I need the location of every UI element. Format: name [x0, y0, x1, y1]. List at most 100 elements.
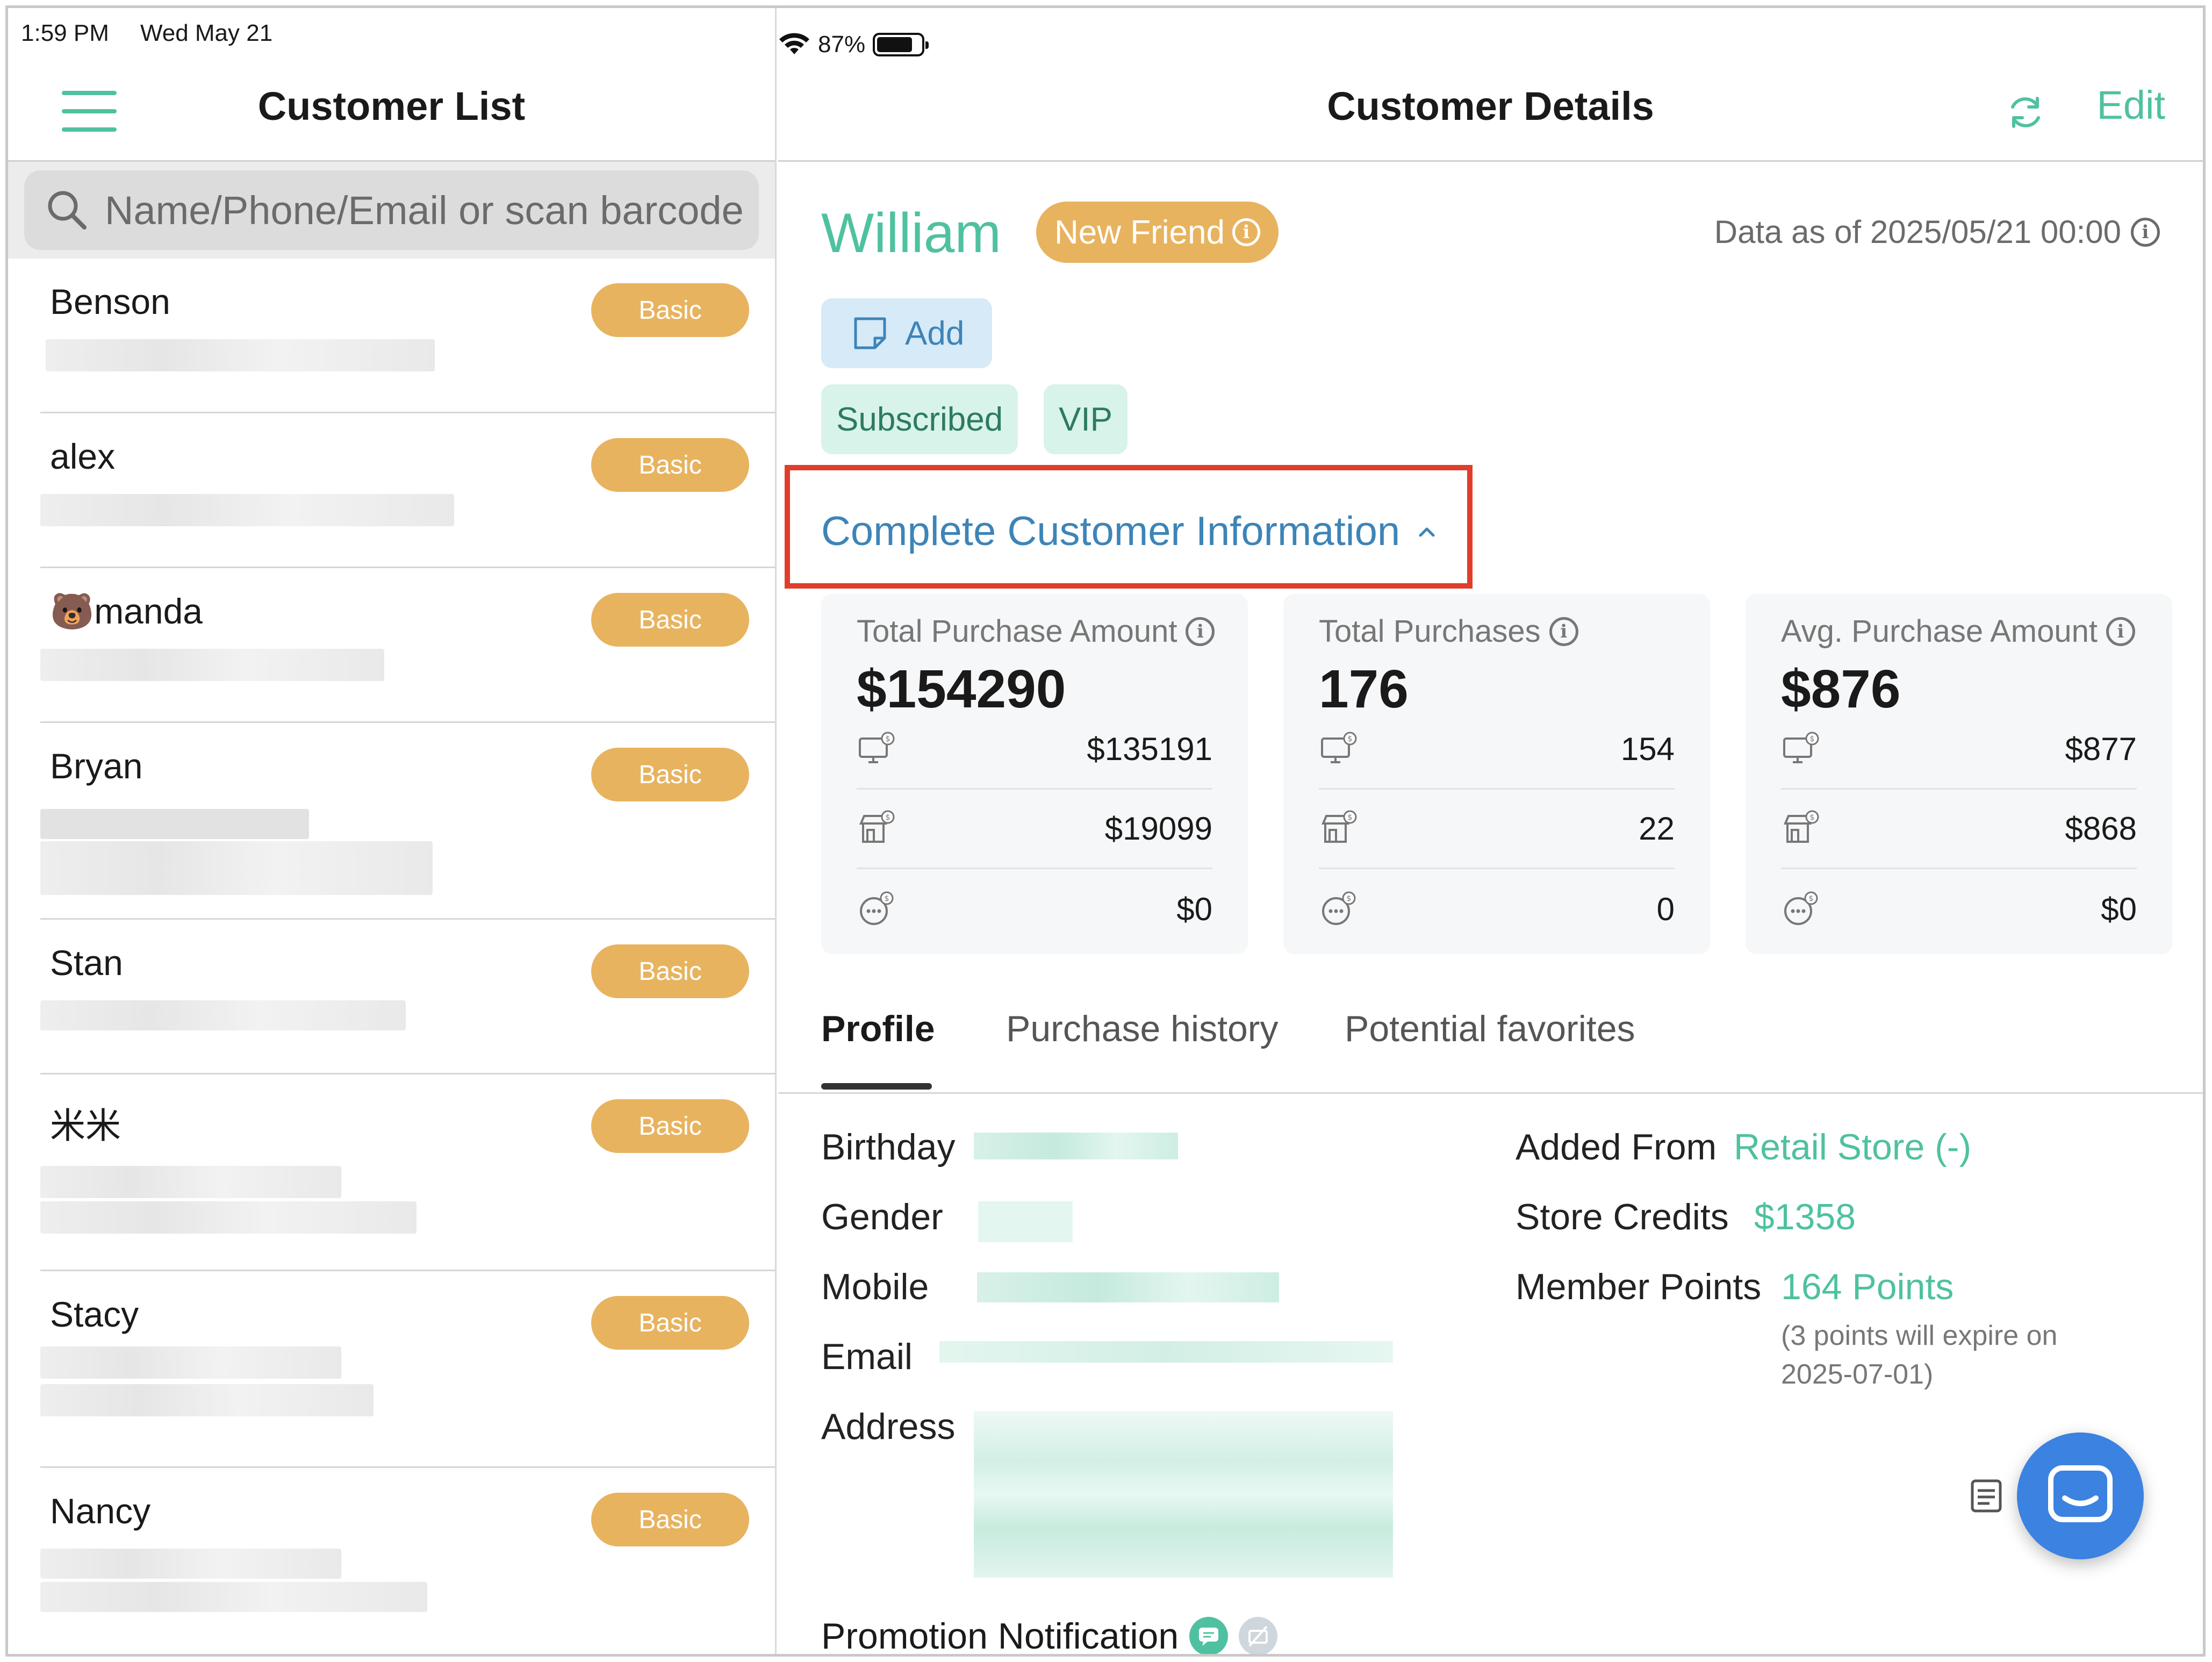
tier-badge: Basic — [591, 283, 749, 337]
customer-details-pane: Customer Details Edit William New Friend… — [778, 8, 2203, 1654]
redacted-contact — [40, 1582, 427, 1612]
customer-row-bryan[interactable]: Bryan Basic — [40, 723, 775, 920]
customer-row-stan[interactable]: Stan Basic — [40, 920, 775, 1074]
customer-details-title: Customer Details — [1327, 84, 1654, 128]
customer-row-stacy[interactable]: Stacy Basic — [40, 1271, 775, 1468]
customer-row-benson[interactable]: Benson Basic — [40, 259, 775, 413]
redacted-gender — [978, 1201, 1073, 1242]
other-channel-icon: $ — [860, 891, 894, 925]
redacted-contact — [40, 841, 433, 895]
email-label: Email — [821, 1336, 913, 1377]
stat-row-other: $ $0 — [1781, 869, 2137, 949]
copy-address-icon[interactable] — [1967, 1477, 2006, 1515]
data-as-of-text: Data as of 2025/05/21 00:00 — [1714, 214, 2121, 250]
customer-row-mimi[interactable]: 米米 Basic — [40, 1074, 775, 1271]
birthday-label: Birthday — [821, 1127, 956, 1167]
redacted-address — [974, 1411, 1393, 1578]
stat-title: Total Purchase Amount i — [857, 613, 1215, 649]
store-credits-value[interactable]: $1358 — [1754, 1196, 1856, 1238]
customer-name: alex — [50, 436, 116, 476]
customer-name-heading: William — [821, 202, 1002, 264]
promotion-label: Promotion Notification — [821, 1616, 1179, 1657]
store-credits-label: Store Credits — [1516, 1197, 1729, 1237]
svg-text:$: $ — [1348, 813, 1353, 822]
svg-text:$: $ — [1347, 894, 1352, 903]
redacted-contact — [40, 649, 384, 681]
customer-row-nancy[interactable]: Nancy Basic — [40, 1468, 775, 1654]
tier-badge: Basic — [591, 1099, 749, 1153]
chat-support-button[interactable] — [2017, 1432, 2144, 1559]
svg-text:$: $ — [886, 735, 890, 743]
physical-store-icon: $ — [1321, 810, 1357, 843]
redacted-contact — [40, 1166, 341, 1198]
tag-vip: VIP — [1044, 384, 1127, 454]
promotion-notification: Promotion Notification — [821, 1615, 1278, 1657]
stat-title: Total Purchases i — [1319, 613, 1578, 649]
tier-badge: Basic — [591, 1296, 749, 1350]
redacted-contact — [40, 1201, 416, 1234]
member-points-label: Member Points — [1516, 1266, 1762, 1307]
other-channel-icon: $ — [1784, 891, 1818, 925]
info-icon[interactable]: i — [1186, 617, 1215, 646]
tier-badge: Basic — [591, 593, 749, 647]
member-points-value[interactable]: 164 Points — [1781, 1266, 1954, 1308]
stat-card-total-purchases: Total Purchases i 176 $154 $22 $0 — [1283, 594, 1710, 954]
other-channel-icon: $ — [1322, 891, 1356, 925]
tier-badge: Basic — [591, 1493, 749, 1546]
complete-info-toggle[interactable]: Complete Customer Information — [821, 508, 1438, 555]
added-from-value[interactable]: Retail Store (-) — [1734, 1126, 1971, 1168]
bear-emoji-icon: 🐻 — [50, 591, 95, 631]
customer-list-header: Customer List — [8, 62, 775, 162]
customer-list: Benson Basic alex Basic 🐻manda Basic Bry… — [8, 259, 775, 1654]
customer-row-manda[interactable]: 🐻manda Basic — [40, 568, 775, 723]
svg-text:$: $ — [1348, 735, 1353, 743]
customer-name: 米米 — [50, 1106, 121, 1145]
redacted-contact — [46, 339, 435, 371]
stat-row-store: $ $868 — [1781, 790, 2137, 869]
svg-text:$: $ — [886, 813, 890, 822]
tab-purchase-history[interactable]: Purchase history — [1006, 1008, 1278, 1050]
svg-text:$: $ — [885, 894, 889, 903]
stat-row-online: $ $877 — [1781, 710, 2137, 790]
gender-label: Gender — [821, 1197, 943, 1237]
stat-row-store: $22 — [1319, 790, 1675, 869]
stat-card-avg-amount: Avg. Purchase Amount i $876 $ $877 $ $868 $… — [1746, 594, 2172, 954]
redacted-birthday — [974, 1133, 1178, 1159]
search-field[interactable] — [24, 170, 759, 250]
customer-list-pane: Customer List Benson Basic alex Basic — [8, 8, 777, 1654]
search-icon — [48, 191, 87, 230]
redacted-email — [939, 1341, 1393, 1363]
tier-badge: Basic — [591, 748, 749, 801]
new-friend-badge[interactable]: New Friend i — [1036, 202, 1279, 263]
svg-text:$: $ — [1809, 894, 1814, 903]
refresh-icon[interactable] — [2004, 91, 2047, 134]
active-tab-indicator — [821, 1083, 932, 1090]
tier-badge: Basic — [591, 944, 749, 998]
info-icon[interactable]: i — [1549, 617, 1578, 646]
search-bar — [8, 162, 775, 259]
info-icon[interactable]: i — [2106, 617, 2135, 646]
redacted-contact — [40, 1384, 374, 1416]
edit-button[interactable]: Edit — [2096, 82, 2165, 128]
stat-title: Avg. Purchase Amount i — [1781, 613, 2135, 649]
online-store-icon: $ — [1321, 732, 1357, 763]
email-disabled-icon — [1239, 1617, 1278, 1654]
mobile-label: Mobile — [821, 1266, 929, 1307]
tag-subscribed: Subscribed — [821, 384, 1018, 454]
info-icon[interactable]: i — [2131, 217, 2160, 247]
svg-text:$: $ — [1810, 735, 1815, 743]
customer-name: 🐻manda — [50, 591, 203, 631]
tab-potential-favorites[interactable]: Potential favorites — [1345, 1008, 1635, 1050]
customer-list-title: Customer List — [257, 84, 526, 128]
stat-row-store: $ $19099 — [857, 790, 1212, 869]
customer-row-alex[interactable]: alex Basic — [40, 413, 775, 568]
points-expiry-note: (3 points will expire on 2025-07-01) — [1781, 1320, 2058, 1390]
tab-profile[interactable]: Profile — [821, 1008, 935, 1050]
redacted-contact — [40, 1346, 341, 1379]
sms-enabled-icon — [1189, 1617, 1229, 1654]
search-input[interactable] — [105, 187, 759, 233]
add-note-button[interactable]: Add — [821, 298, 992, 368]
new-friend-label: New Friend — [1054, 213, 1225, 251]
stat-row-online: $154 — [1319, 710, 1675, 790]
redacted-mobile — [977, 1272, 1279, 1302]
